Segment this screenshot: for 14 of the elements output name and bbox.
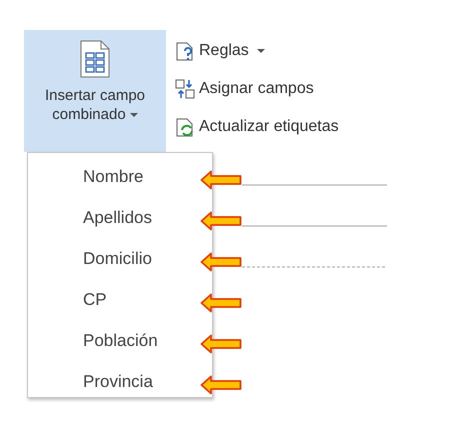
ribbon-command[interactable]: Asignar campos — [175, 70, 339, 108]
menu-item[interactable]: CP — [28, 279, 178, 320]
menu-item[interactable]: Provincia — [28, 361, 178, 402]
menu-item[interactable]: Domicilio — [28, 238, 178, 279]
refresh-labels-icon — [175, 117, 195, 137]
menu-item[interactable]: Apellidos — [28, 197, 178, 238]
menu-item[interactable]: Población — [28, 320, 178, 361]
ribbon-command[interactable]: Reglas — [175, 32, 339, 70]
insert-merge-field-button[interactable]: Insertar campo combinado — [24, 30, 166, 152]
swap-fields-icon — [175, 79, 195, 99]
menu-item[interactable]: Nombre — [28, 156, 178, 197]
document-table-icon — [80, 40, 110, 78]
rules-icon — [175, 41, 195, 61]
ribbon-command[interactable]: Actualizar etiquetas — [175, 108, 339, 146]
